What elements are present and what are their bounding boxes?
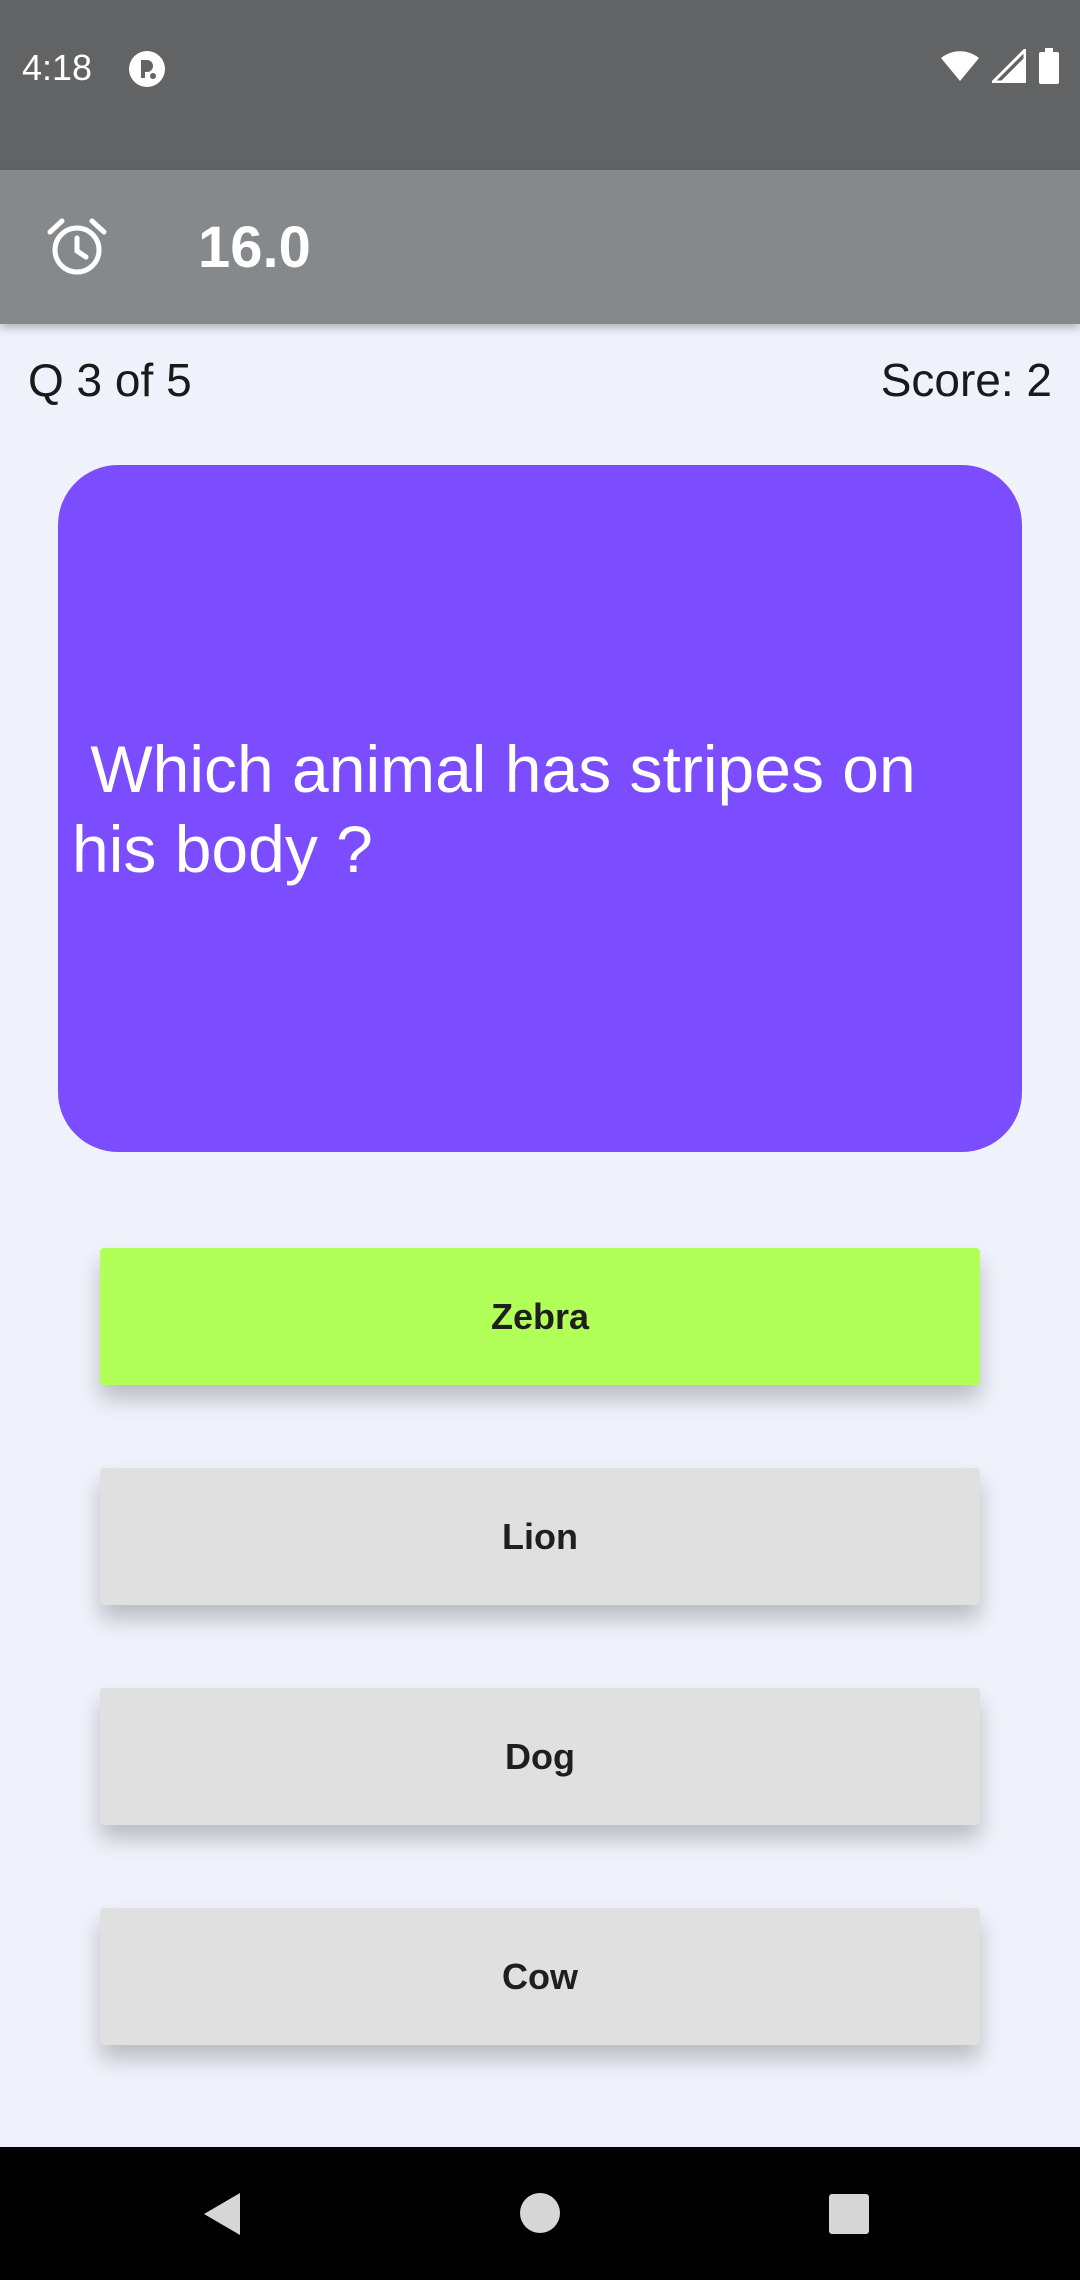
option-button-cow[interactable]: Cow bbox=[100, 1908, 980, 2045]
question-card: Which animal has stripes on his body ? bbox=[58, 465, 1022, 1152]
quiz-screen: 4:18 16.0 Q 3 of 5 Score: 2 Which animal… bbox=[0, 0, 1080, 2280]
question-text: Which animal has stripes on his body ? bbox=[72, 731, 935, 886]
option-button-lion[interactable]: Lion bbox=[100, 1468, 980, 1605]
status-icons bbox=[940, 48, 1060, 84]
status-bar: 4:18 bbox=[0, 0, 1080, 170]
alarm-icon bbox=[47, 218, 107, 275]
battery-icon bbox=[1039, 48, 1059, 84]
status-time: 4:18 bbox=[22, 47, 93, 88]
navigation-bar bbox=[0, 2147, 1080, 2280]
timer-toolbar: 16.0 bbox=[0, 170, 1080, 324]
recents-icon[interactable] bbox=[828, 2193, 870, 2235]
signal-icon bbox=[992, 49, 1026, 83]
home-icon[interactable] bbox=[518, 2191, 562, 2235]
wifi-icon bbox=[941, 51, 979, 81]
score-label: Score: 2 bbox=[880, 354, 1052, 406]
back-icon[interactable] bbox=[200, 2191, 244, 2237]
app-notification-icon bbox=[129, 51, 165, 87]
question-counter: Q 3 of 5 bbox=[28, 354, 192, 406]
option-button-dog[interactable]: Dog bbox=[100, 1688, 980, 1825]
option-button-zebra[interactable]: Zebra bbox=[100, 1248, 980, 1385]
timer-value: 16.0 bbox=[198, 215, 311, 280]
